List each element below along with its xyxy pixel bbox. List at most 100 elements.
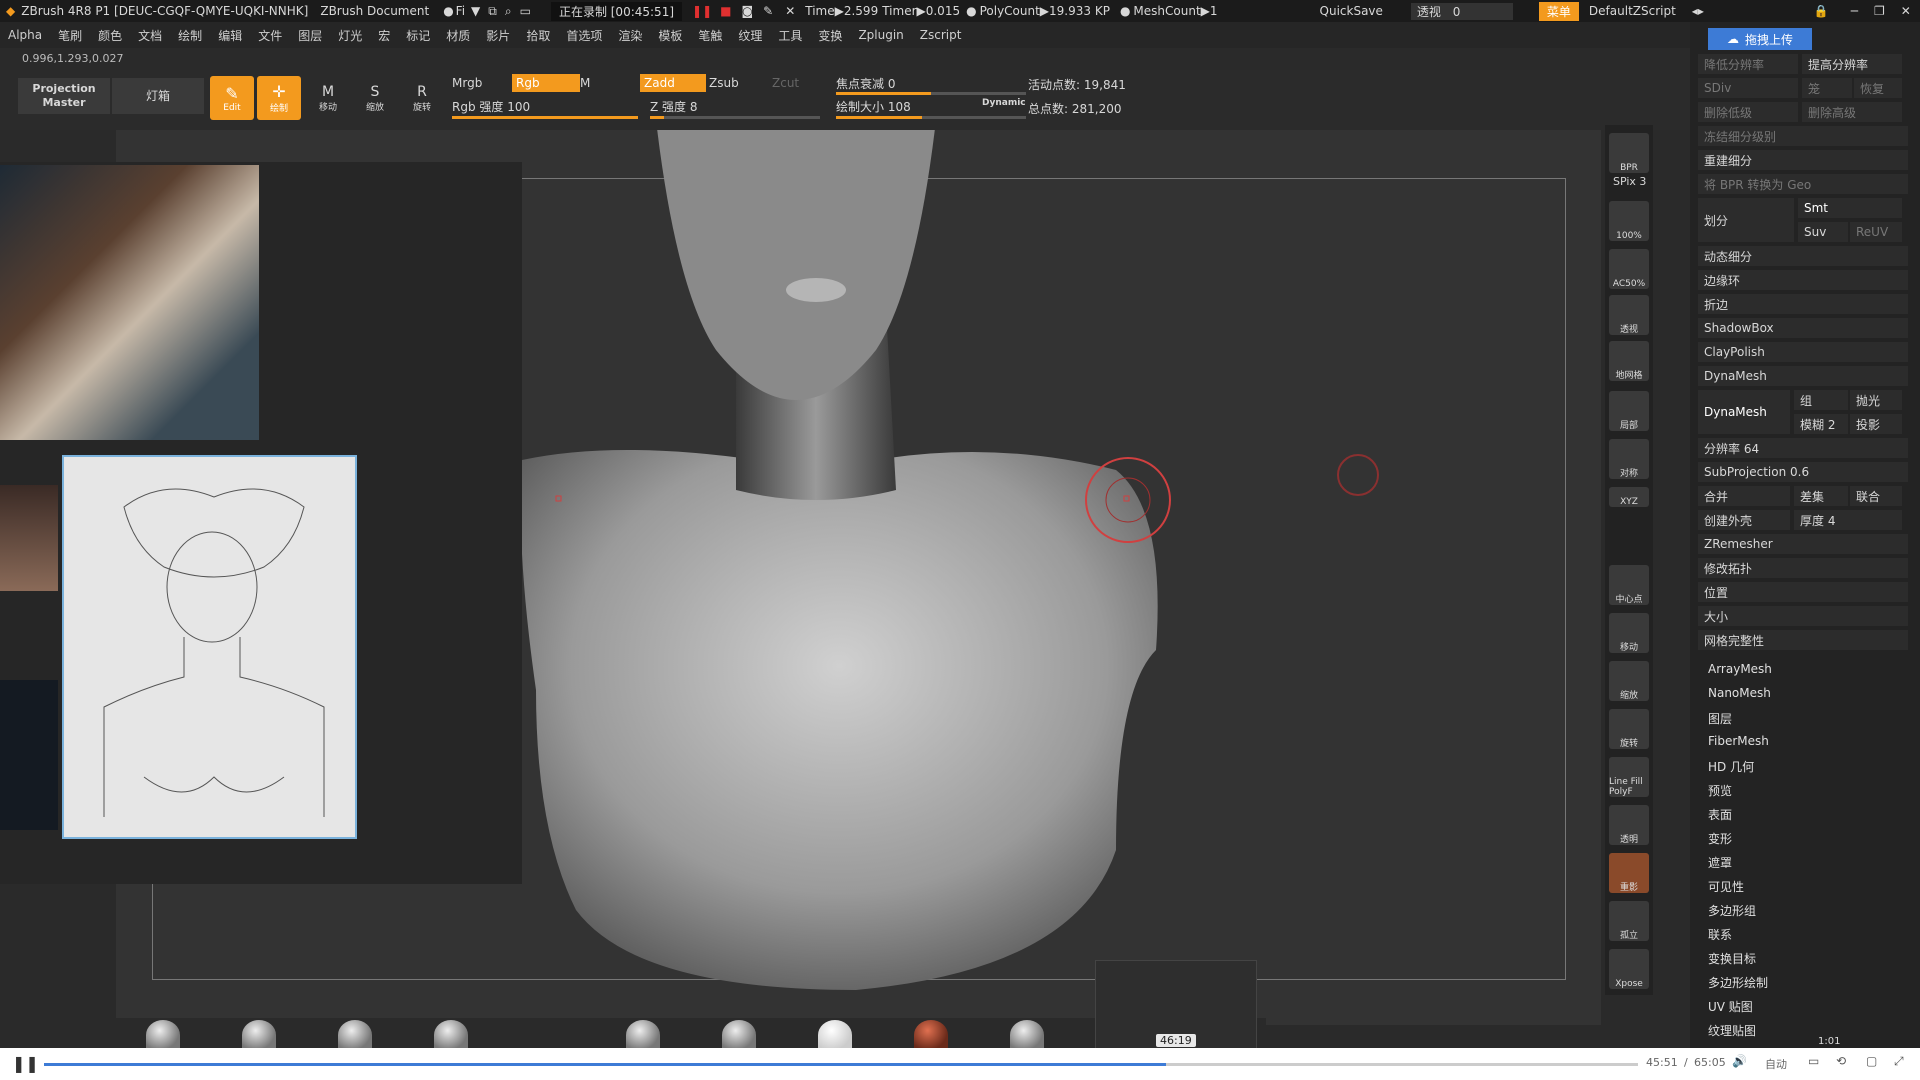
zcut-button[interactable]: Zcut — [772, 76, 799, 90]
position-header[interactable]: 位置 — [1698, 582, 1908, 602]
menu-item[interactable]: 首选项 — [566, 27, 602, 44]
layout-arrows-icon[interactable]: ◂▸ — [1692, 4, 1704, 18]
dynamesh-button[interactable]: DynaMesh — [1698, 390, 1790, 434]
subpalette-item[interactable]: ArrayMesh — [1708, 662, 1772, 676]
material-thumb-3[interactable] — [1010, 1020, 1044, 1050]
subpalette-item[interactable]: 预览 — [1708, 782, 1732, 799]
z-intensity-slider[interactable]: Z 强度 8 — [650, 98, 698, 115]
brush-thumb-5[interactable] — [626, 1020, 660, 1050]
lower-res-button[interactable]: 降低分辨率 — [1698, 54, 1798, 74]
danmaku-icon[interactable]: ▭ — [1808, 1054, 1819, 1068]
brush-thumb-2[interactable] — [242, 1020, 276, 1050]
window-icon[interactable]: ▭ — [520, 4, 531, 18]
pause-icon[interactable]: ❚❚ — [12, 1054, 39, 1073]
polish-toggle[interactable]: 抛光 — [1850, 390, 1902, 410]
screen-icon[interactable]: ▢ — [1866, 1054, 1877, 1068]
brush-thumb-3[interactable] — [338, 1020, 372, 1050]
zadd-button[interactable]: Zadd — [640, 74, 706, 92]
default-zscript[interactable]: DefaultZScript — [1589, 4, 1676, 18]
menu-item[interactable]: 渲染 — [618, 27, 642, 44]
zoom-view-button[interactable]: 缩放 — [1609, 661, 1649, 701]
subpalette-item[interactable]: 图层 — [1708, 710, 1732, 727]
menu-item[interactable]: 纹理 — [738, 27, 762, 44]
frame-button[interactable]: 中心点 — [1609, 565, 1649, 605]
z-intensity-track[interactable] — [650, 116, 820, 119]
move-button[interactable]: M 移动 — [306, 76, 350, 120]
del-higher-button[interactable]: 删除高级 — [1802, 102, 1902, 122]
menu-item[interactable]: 文件 — [258, 27, 282, 44]
restore-button[interactable]: 恢复 — [1854, 78, 1902, 98]
subpalette-item[interactable]: 联系 — [1708, 926, 1732, 943]
del-lower-button[interactable]: 删除低级 — [1698, 102, 1798, 122]
menu-item[interactable]: 编辑 — [218, 27, 242, 44]
brush-thumb-6[interactable] — [722, 1020, 756, 1050]
fullscreen-icon[interactable]: ⤢ — [1894, 1054, 1904, 1069]
subpalette-item[interactable]: 多边形绘制 — [1708, 974, 1768, 991]
edgeloop-header[interactable]: 边缘环 — [1698, 270, 1908, 290]
reference-thumb-2[interactable] — [0, 680, 58, 830]
smt-toggle[interactable]: Smt — [1798, 198, 1902, 218]
divide-button[interactable]: 划分 — [1698, 198, 1794, 242]
menu-item[interactable]: Zscript — [920, 28, 962, 42]
subpalette-item[interactable]: 纹理贴图 — [1708, 1022, 1756, 1039]
rotate-view-button[interactable]: 旋转 — [1609, 709, 1649, 749]
menu-item[interactable]: 绘制 — [178, 27, 202, 44]
add-button[interactable]: 合并 — [1698, 486, 1790, 506]
ac50-button[interactable]: AC50% — [1609, 249, 1649, 289]
higher-res-button[interactable]: 提高分辨率 — [1802, 54, 1902, 74]
volume-icon[interactable]: 🔊 — [1732, 1054, 1747, 1068]
project-toggle[interactable]: 投影 — [1850, 414, 1902, 434]
projection-master-button[interactable]: Projection Master — [18, 78, 110, 114]
close-record-icon[interactable]: ✕ — [785, 4, 795, 18]
rgb-button[interactable]: Rgb — [512, 74, 580, 92]
perspective-slider[interactable]: 透视 0 — [1410, 2, 1513, 20]
shadowbox-header[interactable]: ShadowBox — [1698, 318, 1908, 338]
create-shell-button[interactable]: 创建外壳 — [1698, 510, 1790, 530]
draw-button[interactable]: ✛ 绘制 — [257, 76, 301, 120]
menu-item[interactable]: Alpha — [8, 28, 42, 42]
sym-button[interactable]: 对称 — [1609, 439, 1649, 479]
progress-track[interactable] — [44, 1063, 1638, 1066]
focal-shift-slider[interactable]: 焦点衰减 0 — [836, 75, 895, 92]
edit-button[interactable]: ✎ Edit — [210, 76, 254, 120]
lock-icon[interactable]: 🔒 — [1814, 4, 1829, 18]
blur-slider[interactable]: 模糊 2 — [1794, 414, 1848, 434]
file-short[interactable]: Fi — [456, 4, 465, 18]
crease-header[interactable]: 折边 — [1698, 294, 1908, 314]
menu-item[interactable]: 笔刷 — [58, 27, 82, 44]
union-button[interactable]: 联合 — [1850, 486, 1902, 506]
copy-icon[interactable]: ⧉ — [488, 4, 497, 19]
sdiv-slider[interactable]: SDiv — [1698, 78, 1798, 98]
bpr-button[interactable]: BPR — [1609, 133, 1649, 173]
menu-item[interactable]: 工具 — [778, 27, 802, 44]
ghost-button[interactable]: 重影 — [1609, 853, 1649, 893]
menu-item[interactable]: 材质 — [446, 27, 470, 44]
scale-button[interactable]: S 缩放 — [353, 76, 397, 120]
menu-item[interactable]: 灯光 — [338, 27, 362, 44]
menu-item[interactable]: 标记 — [406, 27, 430, 44]
dynamic-sub-header[interactable]: 动态细分 — [1698, 246, 1908, 266]
lightbox-button[interactable]: 灯箱 — [112, 78, 204, 114]
zsub-button[interactable]: Zsub — [709, 76, 739, 90]
minimize-icon[interactable]: ─ — [1851, 4, 1858, 18]
dropdown-icon[interactable]: ▼ — [471, 4, 480, 18]
pen-icon[interactable]: ✎ — [763, 4, 773, 18]
menu-item[interactable]: 颜色 — [98, 27, 122, 44]
camera-icon[interactable]: ◙ — [741, 4, 753, 18]
rebuild-sub-button[interactable]: 重建细分 — [1698, 150, 1908, 170]
upload-button[interactable]: ☁ 拖拽上传 — [1708, 28, 1812, 50]
reference-thumb-1[interactable] — [0, 485, 58, 591]
modify-topo-header[interactable]: 修改拓扑 — [1698, 558, 1908, 578]
menu-item[interactable]: 笔触 — [698, 27, 722, 44]
rgb-intensity-track[interactable] — [452, 116, 638, 119]
subpalette-item[interactable]: 遮罩 — [1708, 854, 1732, 871]
subpalette-item[interactable]: 变换目标 — [1708, 950, 1756, 967]
sub-button[interactable]: 差集 — [1794, 486, 1848, 506]
dynamesh-header[interactable]: DynaMesh — [1698, 366, 1908, 386]
zremesher-header[interactable]: ZRemesher — [1698, 534, 1908, 554]
menu-item[interactable]: Zplugin — [858, 28, 903, 42]
rgb-intensity-slider[interactable]: Rgb 强度 100 — [452, 98, 530, 115]
menu-item[interactable]: 图层 — [298, 27, 322, 44]
close-icon[interactable]: ✕ — [1901, 4, 1911, 18]
subpalette-item[interactable]: 多边形组 — [1708, 902, 1756, 919]
